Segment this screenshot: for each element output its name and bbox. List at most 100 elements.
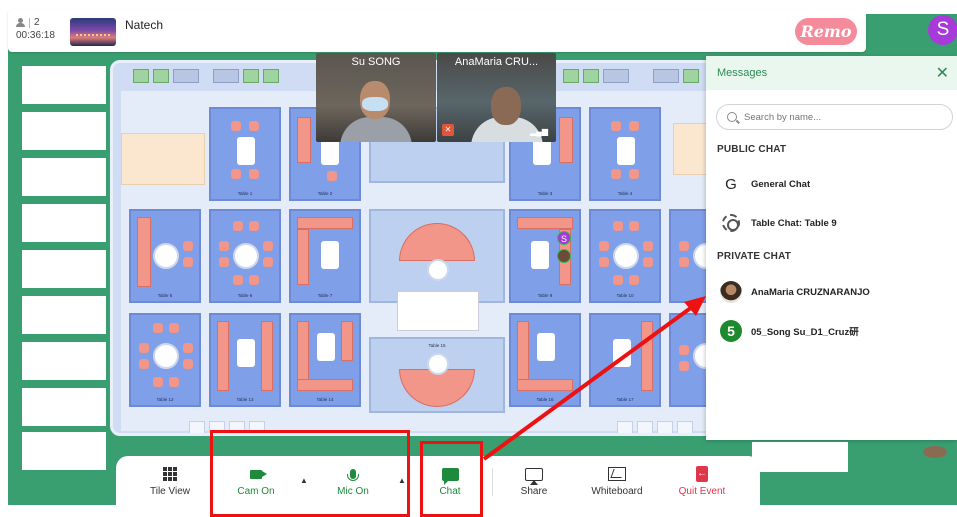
side-panel-slot — [752, 442, 848, 472]
side-panel-slot — [22, 204, 106, 242]
table-tile[interactable]: Table 12 — [129, 313, 201, 407]
chat-item-anamaria[interactable]: AnaMaria CRUZNARANJO — [720, 280, 870, 304]
video-participant-name: AnaMaria CRU... — [454, 56, 539, 68]
video-tile[interactable]: AnaMaria CRU... ✕ ▂▄▆ — [437, 53, 556, 142]
chat-item-label: Table Chat: Table 9 — [751, 217, 837, 229]
event-name: Natech — [125, 18, 164, 32]
search-icon — [727, 112, 737, 122]
avatar — [720, 281, 742, 303]
table-label: Table 1 — [237, 191, 253, 196]
mic-muted-icon: ✕ — [442, 124, 454, 136]
whiteboard-button[interactable]: Whiteboard — [584, 456, 650, 506]
table-tile[interactable]: Table 10 — [589, 209, 661, 303]
side-panel-slot — [22, 296, 106, 334]
window-row — [563, 69, 629, 83]
user-avatar[interactable]: S — [928, 15, 957, 45]
table-tile[interactable]: Table 14 — [289, 313, 361, 407]
table-label: Table 10 — [616, 293, 634, 298]
video-tile[interactable]: Su SONG — [316, 53, 436, 142]
table-tile[interactable]: Table 13 — [209, 313, 281, 407]
table-label: Table 5 — [157, 293, 173, 298]
chat-item-general[interactable]: G General Chat — [720, 172, 810, 196]
table-label: Table 13 — [236, 397, 254, 402]
table-label: Table 2 — [317, 191, 333, 196]
stage-screen — [397, 291, 479, 331]
search-input[interactable] — [744, 111, 924, 123]
tool-label: Share — [520, 486, 548, 497]
divider — [492, 468, 493, 496]
chat-item-label: 05_Song Su_D1_Cruz研 — [751, 327, 859, 338]
table-label: Table 16 — [536, 397, 554, 402]
event-timer: 00:36:18 — [16, 30, 55, 41]
table-label: Table 14 — [316, 397, 334, 402]
table-tile[interactable]: S Table 9 — [509, 209, 581, 303]
table-label: Table 9 — [537, 293, 553, 298]
table-tile[interactable]: Table 15 — [369, 337, 505, 413]
divider — [29, 17, 30, 28]
table-tile[interactable]: Table 6 — [209, 209, 281, 303]
table-label: Table 3 — [537, 191, 553, 196]
lounge-rug — [121, 133, 205, 185]
seat-avatar-photo[interactable] — [557, 249, 571, 263]
table-tile[interactable]: Table 1 — [209, 107, 281, 201]
seat-avatar[interactable]: S — [557, 231, 571, 245]
table-label: Table 7 — [317, 293, 333, 298]
table-chat-icon — [720, 212, 742, 234]
whiteboard-icon — [608, 467, 626, 481]
top-bar: 2 00:36:18 Natech — [8, 10, 866, 52]
table-tile[interactable]: Table 16 — [509, 313, 581, 407]
tool-label: Tile View — [149, 486, 190, 497]
annotation-box-cam-mic — [210, 430, 410, 517]
messages-title: Messages — [717, 67, 768, 79]
chat-item-label: General Chat — [751, 178, 811, 190]
remo-logo: Remo — [795, 18, 857, 45]
table-label: Table 12 — [156, 397, 174, 402]
search-box[interactable] — [716, 104, 953, 130]
chat-item-table-9[interactable]: Table Chat: Table 9 — [720, 211, 837, 235]
exit-icon: ← — [696, 466, 708, 482]
event-thumbnail[interactable] — [70, 18, 116, 46]
event-stats: 2 00:36:18 — [16, 16, 55, 42]
window-row — [617, 421, 693, 433]
window-row — [133, 69, 199, 83]
window-row — [653, 69, 699, 83]
table-tile[interactable]: Table 7 — [289, 209, 361, 303]
side-panel-slot — [22, 432, 106, 470]
avatar: 5 — [720, 320, 742, 342]
window-row — [213, 69, 279, 83]
table-tile[interactable]: Table 17 — [589, 313, 661, 407]
side-panel-slot — [22, 112, 106, 150]
public-chat-heading: PUBLIC CHAT — [717, 144, 787, 155]
table-label: Table 4 — [617, 191, 633, 196]
close-icon[interactable]: ✕ — [936, 63, 949, 83]
tool-label: Whiteboard — [591, 486, 643, 497]
share-screen-icon — [525, 467, 543, 485]
attendee-count: 2 — [34, 17, 40, 28]
tool-label: Quit Event — [678, 486, 726, 497]
person-icon — [16, 18, 25, 27]
table-label: Table 6 — [237, 293, 253, 298]
chat-item-song-su[interactable]: 5 05_Song Su_D1_Cruz研 — [720, 319, 859, 343]
decoration — [923, 446, 947, 458]
tile-view-button[interactable]: Tile View — [140, 456, 200, 506]
annotation-box-chat — [420, 441, 483, 517]
side-panel-slot — [22, 158, 106, 196]
signal-strength-icon: ▂▄▆ — [530, 127, 548, 136]
table-tile[interactable]: Table 4 — [589, 107, 661, 201]
video-participant-name: Su SONG — [351, 56, 401, 68]
grid-icon — [163, 467, 177, 481]
side-panel-slot — [22, 250, 106, 288]
quit-event-button[interactable]: ← Quit Event — [672, 456, 732, 506]
share-button[interactable]: Share — [512, 456, 556, 506]
side-panel-slot — [22, 388, 106, 426]
messages-panel: Messages ✕ PUBLIC CHAT G General Chat Ta… — [706, 56, 957, 440]
chat-item-label: AnaMaria CRUZNARANJO — [751, 286, 870, 298]
private-chat-heading: PRIVATE CHAT — [717, 251, 792, 262]
table-label: Table 15 — [428, 343, 446, 348]
side-panel-slot — [22, 66, 106, 104]
table-tile[interactable]: Table 8 — [369, 209, 505, 303]
side-panel-slot — [22, 342, 106, 380]
remo-event-screen: 2 00:36:18 Natech Remo S Table 1 Table 2… — [0, 0, 957, 517]
general-chat-icon: G — [725, 175, 737, 193]
table-tile[interactable]: Table 5 — [129, 209, 201, 303]
